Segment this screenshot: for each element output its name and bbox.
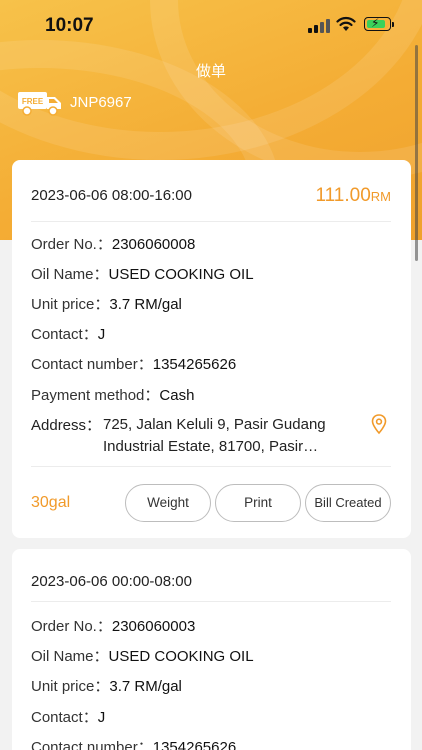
amount-value: 111.00 <box>315 185 371 206</box>
scrollbar[interactable] <box>415 45 418 261</box>
order-card[interactable]: 2023-06-06 00:00-08:00 Order No.：2306060… <box>12 549 411 750</box>
svg-text:FREE: FREE <box>22 97 44 106</box>
battery-icon: ⚡ <box>364 16 394 31</box>
order-no-value: 2306060008 <box>111 236 196 253</box>
oil-name-label: Oil Name： <box>31 266 109 283</box>
order-no-label: Order No.： <box>31 618 112 635</box>
unit-price-value: 3.7 RM/gal <box>109 678 182 695</box>
unit-price-label: Unit price： <box>31 678 110 695</box>
bill-created-button[interactable]: Bill Created <box>305 484 391 522</box>
contact-label: Contact： <box>31 709 98 726</box>
order-amount: 111.00RM <box>315 185 391 207</box>
oil-name-value: USED COOKING OIL <box>108 648 254 665</box>
oil-name-value: USED COOKING OIL <box>108 266 254 283</box>
contact-number-row: Contact number：1354265626 <box>31 353 236 374</box>
address-value: 725, Jalan Keluli 9, Pasir Gudang Indust… <box>103 416 326 455</box>
contact-number-value: 1354265626 <box>152 739 237 750</box>
contact-number-value: 1354265626 <box>152 356 237 373</box>
contact-number-row: Contact number：1354265626 <box>31 736 236 750</box>
truck-icon: FREE <box>18 92 61 116</box>
status-bar: 10:07 ⚡ <box>0 0 422 50</box>
order-card-header: 2023-06-06 08:00-16:00 111.00RM <box>31 160 391 222</box>
order-card-footer: 30gal Weight Print Bill Created <box>31 466 391 538</box>
contact-number-label: Contact number： <box>31 356 153 373</box>
contact-row: Contact：J <box>31 323 105 344</box>
order-no-label: Order No.： <box>31 236 112 253</box>
oil-name-row: Oil Name：USED COOKING OIL <box>31 645 254 666</box>
contact-value: J <box>97 709 106 726</box>
unit-price-label: Unit price： <box>31 296 110 313</box>
print-button[interactable]: Print <box>215 484 301 522</box>
order-card[interactable]: 2023-06-06 08:00-16:00 111.00RM Order No… <box>12 160 411 538</box>
payment-method-row: Payment method：Cash <box>31 384 194 405</box>
payment-method-label: Payment method： <box>31 387 160 404</box>
time-slot: 2023-06-06 08:00-16:00 <box>31 187 192 204</box>
location-pin-icon[interactable] <box>368 413 390 435</box>
weight-button[interactable]: Weight <box>125 484 211 522</box>
oil-name-label: Oil Name： <box>31 648 109 665</box>
quantity: 30gal <box>31 494 71 511</box>
unit-price-row: Unit price：3.7 RM/gal <box>31 293 182 314</box>
order-card-header: 2023-06-06 00:00-08:00 <box>31 549 391 602</box>
plate-number: JNP6967 <box>70 94 132 111</box>
contact-number-label: Contact number： <box>31 739 153 750</box>
order-no-row: Order No.：2306060008 <box>31 233 195 254</box>
unit-price-value: 3.7 RM/gal <box>109 296 182 313</box>
contact-label: Contact： <box>31 326 98 343</box>
status-time: 10:07 <box>45 15 94 36</box>
amount-currency: RM <box>370 189 391 204</box>
address-label: Address： <box>31 417 102 434</box>
contact-value: J <box>97 326 106 343</box>
contact-row: Contact：J <box>31 706 105 727</box>
time-slot: 2023-06-06 00:00-08:00 <box>31 573 192 590</box>
wifi-icon <box>336 16 356 31</box>
unit-price-row: Unit price：3.7 RM/gal <box>31 675 182 696</box>
payment-method-value: Cash <box>159 387 195 404</box>
order-no-row: Order No.：2306060003 <box>31 615 195 636</box>
page-title: 做单 <box>195 62 226 80</box>
oil-name-row: Oil Name：USED COOKING OIL <box>31 263 254 284</box>
order-no-value: 2306060003 <box>111 618 196 635</box>
signal-icon <box>308 19 330 33</box>
